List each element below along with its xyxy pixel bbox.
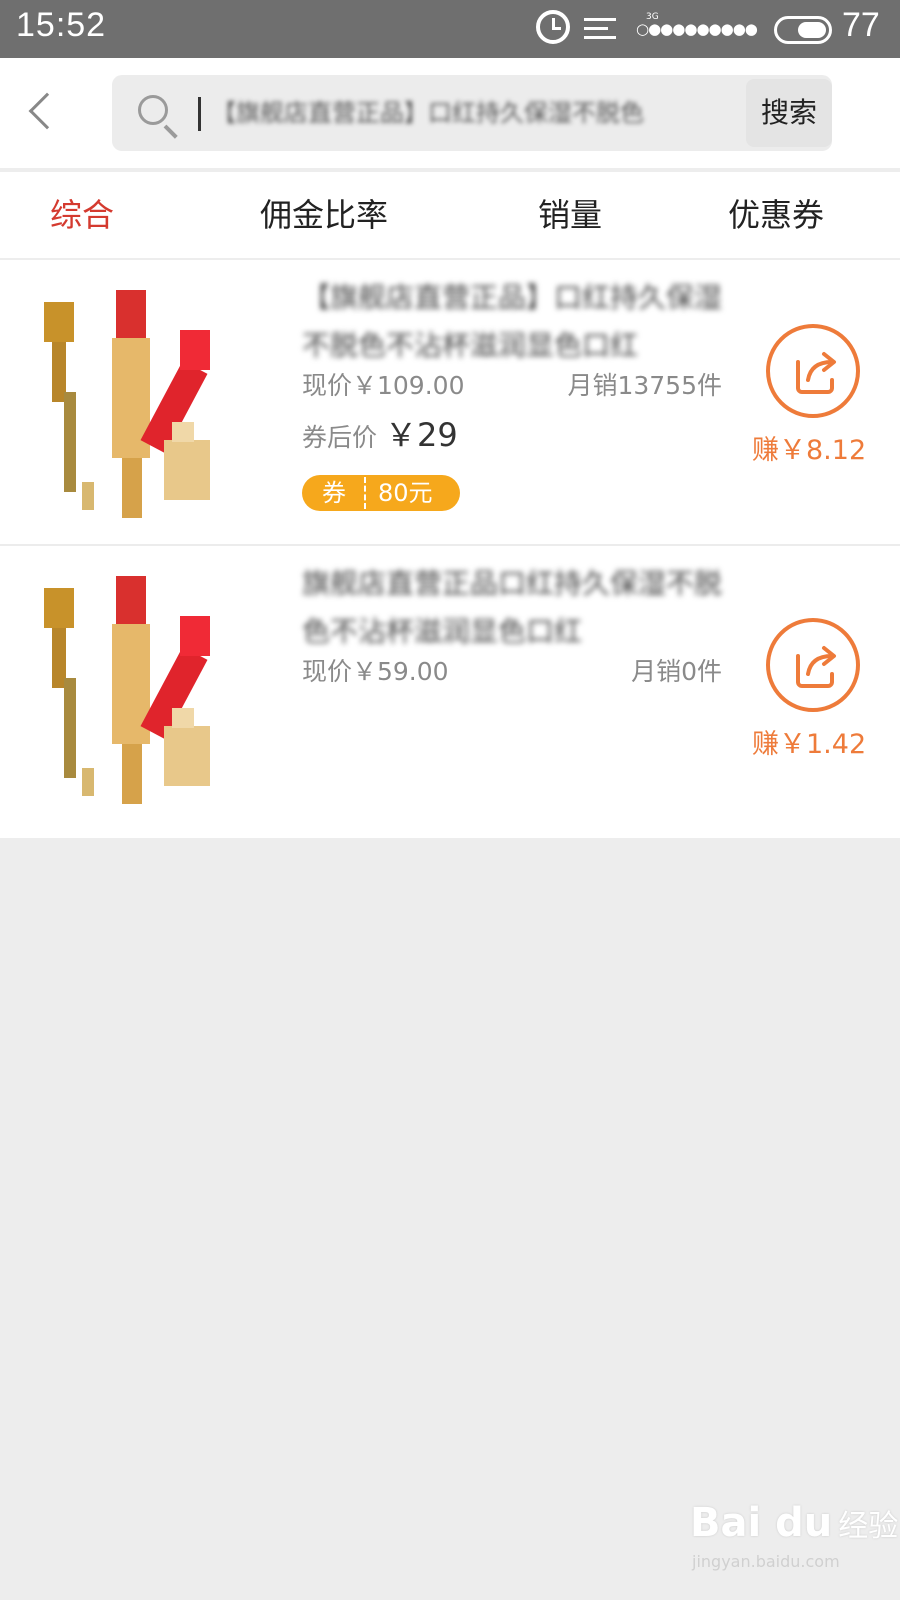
baidu-jingyan-watermark: Bai du 经验 jingyan.baidu.com [690, 1500, 899, 1571]
list-item[interactable]: 旗舰店直营正品口红持久保湿不脱色不沾杯滋润显色口红 现价￥59.00 月销0件 … [0, 546, 900, 838]
search-button[interactable]: 搜索 [746, 79, 832, 147]
earn-amount: 赚￥1.42 [752, 729, 867, 760]
battery-icon [774, 16, 832, 44]
status-time: 15:52 [16, 6, 107, 44]
after-coupon-label: 券后价 [302, 423, 378, 452]
watermark-text: 经验 [838, 1509, 899, 1544]
menu-icon [584, 18, 616, 40]
sort-tabs: 综合 佣金比率 销量 优惠券 [0, 172, 900, 258]
after-coupon-value: ￥29 [385, 416, 458, 454]
tab-sales[interactable]: 销量 [538, 190, 602, 236]
earn-amount: 赚￥8.12 [752, 435, 867, 466]
search-icon [138, 95, 168, 125]
product-title[interactable]: 旗舰店直营正品口红持久保湿不脱色不沾杯滋润显色口红 [302, 560, 722, 656]
share-icon [796, 352, 836, 394]
watermark-url: jingyan.baidu.com [692, 1552, 840, 1571]
lipstick-thumbnail [44, 576, 210, 804]
search-query[interactable]: 【旗舰店直营正品】口红持久保湿不脱色 [212, 93, 732, 128]
coupon-divider [364, 477, 366, 509]
alarm-icon [536, 10, 570, 44]
product-title[interactable]: 【旗舰店直营正品】口红持久保湿不脱色不沾杯滋润显色口红 [302, 274, 722, 370]
monthly-sales: 月销0件 [631, 657, 722, 686]
search-header: 【旗舰店直营正品】口红持久保湿不脱色 搜索 [0, 58, 900, 168]
lipstick-thumbnail [44, 290, 210, 518]
share-icon [796, 646, 836, 688]
text-caret [198, 97, 201, 131]
tab-commission-rate[interactable]: 佣金比率 [260, 190, 388, 236]
share-button[interactable] [766, 618, 860, 712]
after-coupon-price: 券后价 ￥29 [302, 410, 458, 456]
list-item[interactable]: 【旗舰店直营正品】口红持久保湿不脱色不沾杯滋润显色口红 现价￥109.00 月销… [0, 260, 900, 546]
share-button[interactable] [766, 324, 860, 418]
coupon-tag: 券 [322, 479, 346, 507]
coupon-badge[interactable]: 券 80元 [302, 475, 460, 511]
status-bar: 15:52 3G ○●●●●●●●●● 77 [0, 0, 900, 58]
coupon-value: 80元 [378, 479, 433, 507]
battery-level: 77 [842, 6, 880, 44]
current-price: 现价￥59.00 [302, 657, 449, 686]
product-list: 【旗舰店直营正品】口红持久保湿不脱色不沾杯滋润显色口红 现价￥109.00 月销… [0, 260, 900, 838]
signal-strength: ○●●●●●●●●● [636, 20, 758, 38]
tab-coupon[interactable]: 优惠券 [728, 190, 824, 236]
watermark-logo: Bai du [690, 1500, 833, 1546]
monthly-sales: 月销13755件 [567, 371, 722, 400]
current-price: 现价￥109.00 [302, 371, 465, 400]
tab-comprehensive[interactable]: 综合 [50, 190, 114, 236]
back-icon[interactable] [28, 92, 66, 130]
search-input[interactable]: 【旗舰店直营正品】口红持久保湿不脱色 搜索 [112, 75, 832, 151]
